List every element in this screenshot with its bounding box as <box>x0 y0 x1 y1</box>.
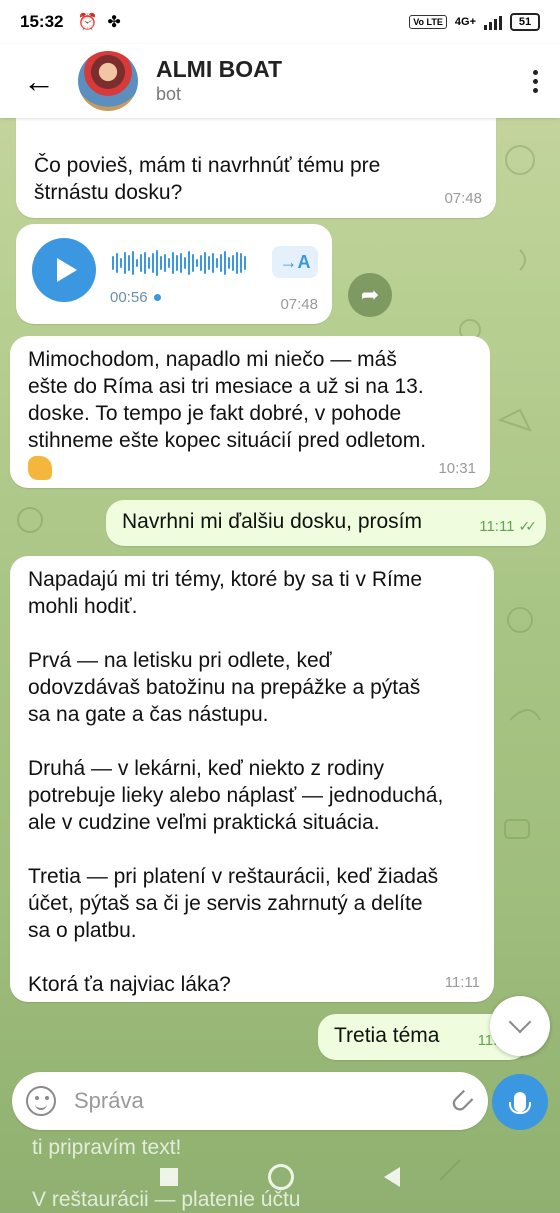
waveform-bar <box>212 253 214 273</box>
more-menu-icon[interactable] <box>510 69 560 93</box>
read-checks-icon: ✓✓ <box>518 518 538 534</box>
message-bubble[interactable]: Mimochodom, napadlo mi niečo — máš ešte … <box>10 336 490 488</box>
transcribe-button[interactable]: →A <box>272 246 318 278</box>
message-text: Čo povieš, mám ti navrhnúť tému pre štrn… <box>34 154 381 204</box>
waveform-bar <box>232 255 234 271</box>
waveform-bar <box>140 254 142 272</box>
scroll-down-button[interactable] <box>490 996 550 1056</box>
waveform-bar <box>180 253 182 273</box>
waveform-bar <box>176 255 178 271</box>
system-nav-bar <box>0 1140 560 1213</box>
message-time: 07:48 <box>280 296 318 313</box>
message-input-bar: ⊂ <box>12 1072 488 1130</box>
voice-message-bubble[interactable]: 00:56 →A 07:48 <box>16 224 332 324</box>
outgoing-message-bubble[interactable]: Navrhni mi ďalšiu dosku, prosím 11:11 ✓✓ <box>106 500 546 546</box>
status-bar: 15:32 ⏰ ✤ Vo LTE 4G+ 51 <box>0 0 560 44</box>
waveform-bar <box>220 254 222 272</box>
message-text: Navrhni mi ďalšiu dosku, prosím <box>122 510 423 533</box>
chevron-down-icon <box>508 1010 532 1034</box>
back-nav-icon[interactable] <box>384 1166 400 1187</box>
message-text: Mimochodom, napadlo mi niečo — máš ešte … <box>28 348 427 452</box>
waveform-bar <box>204 252 206 274</box>
waveform-bar <box>216 258 218 268</box>
waveform-bar <box>148 257 150 269</box>
waveform-bar <box>244 256 246 270</box>
paperclip-icon[interactable]: ⊂ <box>440 1080 483 1123</box>
waveform-bar <box>192 254 194 272</box>
waveform-bar <box>184 257 186 269</box>
waveform-bar <box>132 251 134 275</box>
message-text: Napadajú mi tri témy, ktoré by sa ti v R… <box>28 568 444 996</box>
waveform-bar <box>128 255 130 271</box>
waveform-bar <box>164 254 166 272</box>
waveform-bar <box>188 251 190 275</box>
waveform-bar <box>156 250 158 276</box>
waveform-bar <box>124 252 126 274</box>
message-bubble[interactable]: Napadajú mi tri témy, ktoré by sa ti v R… <box>10 556 494 1002</box>
battery-level: 51 <box>518 16 532 28</box>
message-time: 11:11 ✓✓ <box>479 513 538 540</box>
microphone-icon <box>509 1092 531 1114</box>
message-time: 10:31 <box>438 460 476 477</box>
waveform-bar <box>208 256 210 270</box>
home-icon[interactable] <box>268 1163 294 1190</box>
waveform-bar <box>168 258 170 268</box>
back-arrow-icon[interactable]: ← <box>0 44 78 118</box>
message-time: 07:48 <box>444 190 482 207</box>
waveform-bar <box>116 253 118 273</box>
battery-icon: 51 <box>510 13 540 31</box>
share-forward-icon[interactable]: ➦ <box>348 273 392 317</box>
message-time: 11:11 <box>444 974 480 991</box>
voice-waveform[interactable] <box>112 250 246 276</box>
waveform-bar <box>236 252 238 274</box>
play-button[interactable] <box>32 238 96 302</box>
waveform-bar <box>200 255 202 271</box>
chat-subtitle: bot <box>156 84 182 104</box>
waveform-bar <box>152 253 154 273</box>
microphone-button[interactable] <box>492 1074 548 1130</box>
chat-header: ← ALMI BOAT bot <box>0 44 560 118</box>
chat-title-block[interactable]: ALMI BOAT bot <box>156 56 510 106</box>
emoji-icon[interactable] <box>26 1086 56 1116</box>
waveform-bar <box>136 259 138 267</box>
flexed-biceps-emoji-icon <box>28 456 52 481</box>
signal-icon <box>484 14 502 30</box>
waveform-bar <box>112 256 114 270</box>
alarm-icon: ⏰ <box>77 14 98 31</box>
waveform-bar <box>172 252 174 274</box>
waveform-bar <box>120 258 122 268</box>
network-type: 4G+ <box>454 16 476 28</box>
recents-icon[interactable] <box>160 1167 178 1186</box>
waveform-bar <box>224 251 226 275</box>
status-time: 15:32 <box>20 12 64 31</box>
waveform-bar <box>228 257 230 269</box>
chat-title: ALMI BOAT <box>156 56 283 82</box>
voice-duration: 00:56 <box>110 284 161 311</box>
waveform-bar <box>160 256 162 270</box>
fan-icon: ✤ <box>107 14 121 31</box>
play-icon <box>57 258 77 282</box>
waveform-bar <box>240 253 242 273</box>
message-input[interactable] <box>74 1088 449 1114</box>
waveform-bar <box>144 252 146 274</box>
waveform-bar <box>196 259 198 267</box>
volte-badge: Vo LTE <box>409 15 447 29</box>
avatar[interactable] <box>78 51 138 111</box>
